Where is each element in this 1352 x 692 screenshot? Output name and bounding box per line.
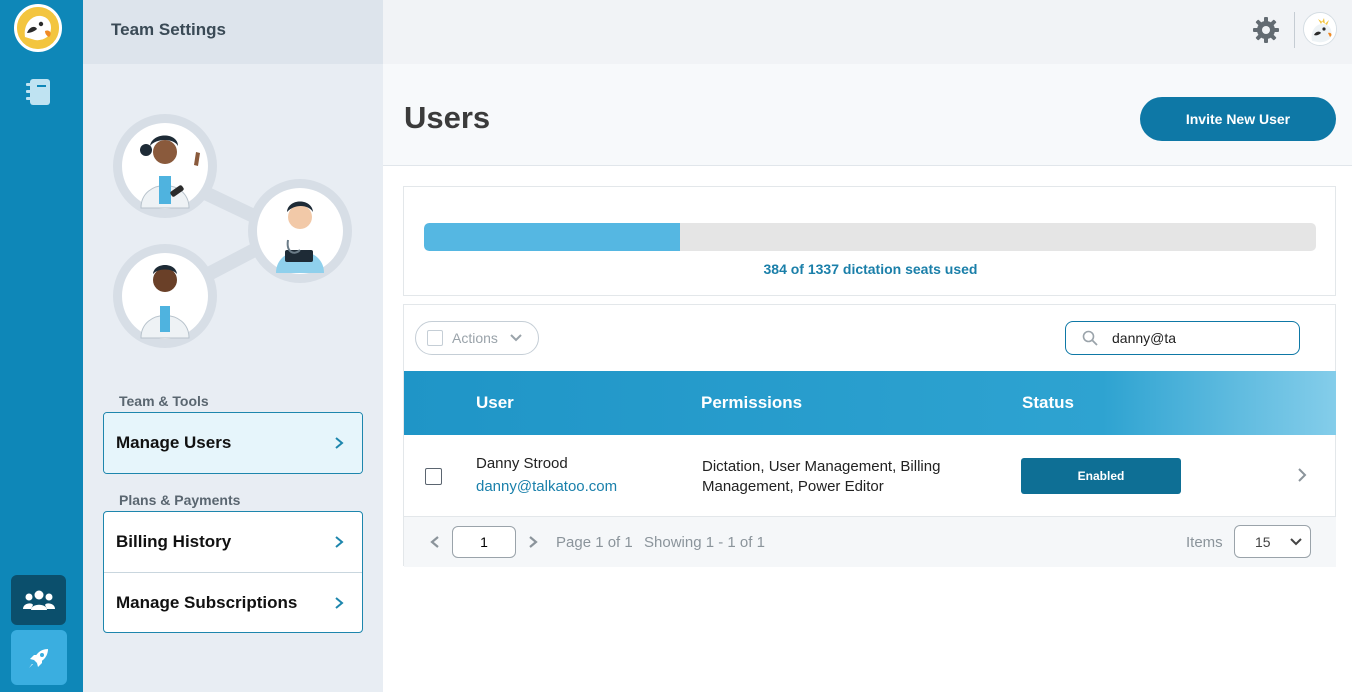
seats-usage-text: 384 of 1337 dictation seats used [763, 261, 978, 277]
team-illustration [113, 114, 352, 348]
table-header: User Permissions Status [404, 371, 1336, 435]
gear-icon[interactable] [1252, 16, 1280, 44]
showing-count: Showing 1 - 1 of 1 [644, 534, 765, 551]
plans-payments-menu: Billing History Manage Subscriptions [103, 511, 363, 633]
sidebar-item-manage-subscriptions[interactable]: Manage Subscriptions [104, 572, 362, 632]
chevron-down-icon [1290, 537, 1302, 545]
notebook-icon[interactable] [24, 77, 52, 107]
page-header: Users Invite New User [383, 64, 1352, 166]
pagination-bar: Page 1 of 1 Showing 1 - 1 of 1 Items 15 [404, 517, 1336, 567]
rocket-nav-button[interactable] [11, 630, 67, 685]
select-all-checkbox[interactable] [427, 330, 443, 346]
column-header-status: Status [1022, 393, 1074, 412]
sidebar-item-label: Billing History [116, 532, 232, 551]
column-header-user: User [476, 393, 514, 412]
left-rail [0, 0, 83, 692]
chevron-left-icon[interactable] [430, 535, 440, 549]
chevron-down-icon [510, 334, 522, 342]
chevron-right-icon[interactable] [1297, 467, 1307, 483]
seats-progress-bar [424, 223, 1316, 251]
chevron-right-icon[interactable] [528, 535, 538, 549]
settings-side-panel: Team Settings Team & Tools Manage Users … [83, 0, 383, 692]
chevron-right-icon [335, 437, 344, 449]
side-panel-title: Team Settings [111, 20, 226, 39]
sidebar-item-manage-users[interactable]: Manage Users [104, 413, 362, 473]
column-header-permissions: Permissions [701, 393, 803, 412]
sidebar-item-label: Manage Subscriptions [116, 592, 298, 612]
search-box[interactable] [1065, 321, 1300, 355]
section-label-team-tools: Team & Tools [119, 393, 209, 409]
users-table-card: Actions User Permissions Status Danny St… [403, 304, 1336, 567]
user-name: Danny Strood [476, 455, 568, 472]
sidebar-item-billing-history[interactable]: Billing History [104, 512, 362, 572]
invite-new-user-button[interactable]: Invite New User [1140, 97, 1336, 141]
user-permissions: Dictation, User Management, Billing Mana… [702, 458, 941, 495]
seats-progress-fill [424, 223, 681, 251]
rocket-icon [29, 648, 48, 668]
status-badge[interactable]: Enabled [1021, 458, 1181, 494]
page-info: Page 1 of 1 [556, 534, 633, 551]
seats-usage-card: 384 of 1337 dictation seats used [403, 186, 1336, 296]
sidebar-item-label: Manage Users [116, 433, 232, 452]
chevron-right-icon [335, 596, 344, 609]
side-panel-header: Team Settings [83, 0, 383, 64]
table-row[interactable]: Danny Strood danny@talkatoo.com Dictatio… [404, 435, 1336, 517]
row-checkbox[interactable] [425, 468, 442, 485]
search-input[interactable] [1112, 330, 1282, 346]
top-bar [383, 0, 1352, 64]
page-title: Users [404, 100, 491, 135]
user-email-link[interactable]: danny@talkatoo.com [476, 478, 617, 495]
team-nav-button[interactable] [11, 575, 66, 625]
team-icon [22, 590, 55, 610]
page-number-input[interactable] [452, 526, 516, 558]
parrot-logo-icon[interactable] [14, 4, 62, 52]
avatar[interactable] [1303, 12, 1337, 46]
search-icon [1082, 330, 1098, 346]
items-per-page-label: Items [1186, 534, 1223, 551]
section-label-plans-payments: Plans & Payments [119, 492, 241, 508]
actions-dropdown[interactable]: Actions [415, 321, 539, 355]
chevron-right-icon [335, 536, 344, 548]
items-per-page-value: 15 [1255, 533, 1271, 550]
top-bar-divider [1294, 12, 1295, 48]
items-per-page-select[interactable]: 15 [1234, 525, 1311, 558]
team-tools-menu: Manage Users [103, 412, 363, 474]
actions-label: Actions [452, 330, 498, 346]
